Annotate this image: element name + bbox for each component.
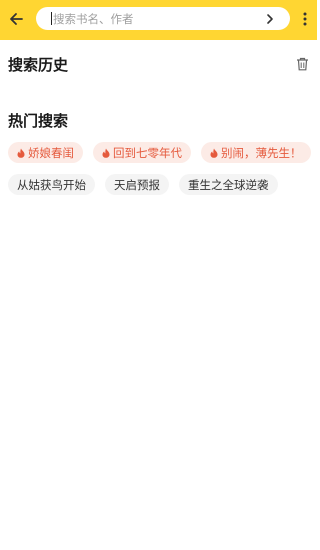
search-page: 搜索历史 热门搜索 娇娘春闺 回到七零年代 别闹，薄先生！ — [0, 0, 317, 550]
back-button[interactable] — [4, 6, 28, 32]
search-tag[interactable]: 天启预报 — [105, 174, 169, 195]
more-options-button[interactable] — [298, 8, 312, 30]
flame-icon — [17, 148, 25, 158]
flame-icon — [102, 148, 110, 158]
hot-search-title: 热门搜索 — [8, 112, 69, 130]
hot-tag-label: 娇娘春闺 — [28, 145, 74, 160]
search-tag[interactable]: 重生之全球逆袭 — [179, 174, 278, 195]
hot-tags-row: 娇娘春闺 回到七零年代 别闹，薄先生！ — [8, 142, 311, 163]
search-tags-row: 从姑获鸟开始 天启预报 重生之全球逆袭 — [8, 174, 278, 195]
text-cursor — [51, 12, 52, 25]
clear-history-button[interactable] — [294, 56, 310, 72]
hot-tag[interactable]: 别闹，薄先生！ — [201, 142, 311, 163]
chevron-right-icon — [267, 14, 273, 24]
search-go-button[interactable] — [262, 11, 278, 27]
hot-tag[interactable]: 娇娘春闺 — [8, 142, 83, 163]
arrow-left-icon — [10, 13, 23, 25]
search-tag[interactable]: 从姑获鸟开始 — [8, 174, 95, 195]
search-box[interactable] — [36, 7, 290, 30]
hot-tag[interactable]: 回到七零年代 — [93, 142, 191, 163]
more-vertical-icon — [303, 12, 307, 26]
top-bar — [0, 0, 317, 40]
search-input[interactable] — [53, 9, 253, 28]
trash-icon — [296, 57, 308, 71]
hot-tag-label: 回到七零年代 — [113, 145, 182, 160]
flame-icon — [210, 148, 218, 158]
hot-tag-label: 别闹，薄先生！ — [221, 145, 302, 160]
search-history-title: 搜索历史 — [8, 56, 69, 74]
